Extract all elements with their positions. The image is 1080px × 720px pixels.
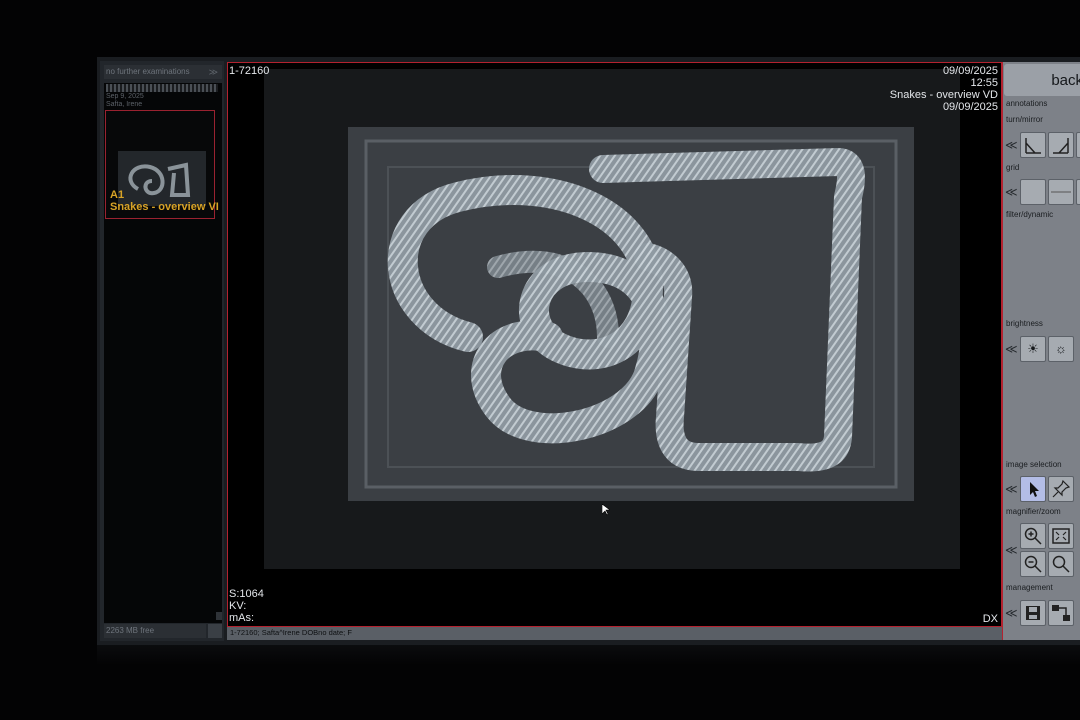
back-label: back	[1051, 72, 1080, 89]
fit-screen-icon	[1052, 528, 1070, 544]
kv-overlay: KV:	[229, 600, 247, 612]
rotate-left-90-button[interactable]	[1020, 132, 1046, 158]
section-turn-mirror: turn/mirror	[1006, 115, 1043, 124]
grid-split-icon	[1051, 191, 1071, 193]
rotate-right-90-button[interactable]	[1048, 132, 1074, 158]
sun-icon: ☀	[1027, 341, 1039, 356]
section-brightness: brightness	[1006, 319, 1043, 328]
image-viewport[interactable]: 1-72160 09/09/2025 12:55 Snakes - overvi…	[227, 62, 1002, 627]
double-chevron-right-icon: ≫	[208, 67, 218, 77]
modality-overlay: DX	[982, 613, 998, 625]
thumbnail-snake-preview	[118, 151, 206, 206]
thumbnail-series-title: Snakes - overview VI	[110, 201, 219, 213]
network-export-icon	[1052, 605, 1070, 621]
floppy-disk-icon	[1026, 606, 1040, 620]
status-text: 1-72160; Safta^Irene DOBno date; F	[230, 628, 352, 637]
status-bar: 1-72160; Safta^Irene DOBno date; F	[227, 627, 1002, 640]
acquisition-date: 09/09/2025	[942, 65, 998, 77]
grid-split-button[interactable]	[1048, 179, 1074, 205]
export-button[interactable]	[1048, 600, 1074, 626]
magnifier-button[interactable]	[1048, 551, 1074, 577]
select-pointer-button[interactable]	[1020, 476, 1046, 502]
magnifier-icon	[1052, 555, 1070, 573]
section-filter-dynamic: filter/dynamic	[1006, 210, 1054, 219]
rotate-right-icon	[1053, 138, 1069, 154]
section-magnifier-zoom: magnifier/zoom	[1006, 507, 1061, 516]
zoom-in-icon	[1024, 527, 1042, 545]
back-button[interactable]: back	[1004, 64, 1080, 96]
zoom-out-button[interactable]	[1020, 551, 1046, 577]
no-further-label: no further examinations	[106, 67, 190, 76]
turn-more-button[interactable]	[1076, 132, 1080, 158]
section-annotations[interactable]: annotations	[1006, 99, 1047, 108]
brightness-decrease-button[interactable]: ☀	[1020, 336, 1046, 362]
top-right-overlay: 09/09/2025 12:55 Snakes - overview VD 09…	[890, 65, 998, 113]
collapse-turn-mirror-icon[interactable]: ≪	[1005, 138, 1018, 152]
rotate-left-icon	[1025, 138, 1041, 154]
section-grid: grid	[1006, 163, 1020, 172]
fit-to-screen-button[interactable]	[1048, 523, 1074, 549]
collapse-zoom-icon[interactable]: ≪	[1005, 543, 1018, 557]
brightness-increase-button[interactable]: ☼	[1048, 336, 1074, 362]
mas-overlay: mAs:	[229, 612, 255, 624]
pin-tool-button[interactable]	[1048, 476, 1074, 502]
zoom-out-icon	[1024, 555, 1042, 573]
study-header-hatch	[106, 84, 218, 92]
series-thumbnail[interactable]: A1 Snakes - overview VI	[105, 110, 219, 219]
grid-single-button[interactable]	[1020, 179, 1046, 205]
acquisition-date-2: 09/09/2025	[942, 101, 998, 113]
list-scroll-down-arrow[interactable]	[216, 612, 222, 620]
study-date: Sep 9, 2025	[106, 93, 144, 100]
thumbnail-label: A1	[110, 189, 125, 201]
free-space-indicator: 2263 MB free	[104, 624, 206, 638]
series-title-overlay: Snakes - overview VD	[889, 89, 998, 101]
collapse-management-icon[interactable]: ≪	[1005, 606, 1018, 620]
collapse-brightness-icon[interactable]: ≪	[1005, 342, 1018, 356]
collapse-grid-icon[interactable]: ≪	[1005, 185, 1018, 199]
section-image-selection: image selection	[1006, 460, 1062, 469]
section-management: management	[1006, 583, 1053, 592]
snake-xray-image	[348, 127, 914, 501]
image-id-overlay: 1-72160	[229, 65, 270, 77]
disk-icon[interactable]	[208, 624, 222, 638]
pin-icon	[1052, 479, 1071, 498]
zoom-in-button[interactable]	[1020, 523, 1046, 549]
monitor-bezel-bottom	[97, 645, 1080, 665]
mouse-cursor-icon	[602, 504, 610, 516]
save-button[interactable]	[1020, 600, 1046, 626]
collapse-image-selection-icon[interactable]: ≪	[1005, 482, 1018, 496]
grid-more-button[interactable]	[1076, 179, 1080, 205]
study-patient: Safta, Irene	[106, 101, 143, 108]
s-value-overlay: S:1064	[229, 588, 264, 600]
pointer-arrow-icon	[1030, 482, 1039, 497]
no-further-examinations-button[interactable]: no further examinations ≫	[104, 65, 222, 79]
acquisition-time: 12:55	[970, 77, 998, 89]
sun-bright-icon: ☼	[1055, 341, 1067, 356]
